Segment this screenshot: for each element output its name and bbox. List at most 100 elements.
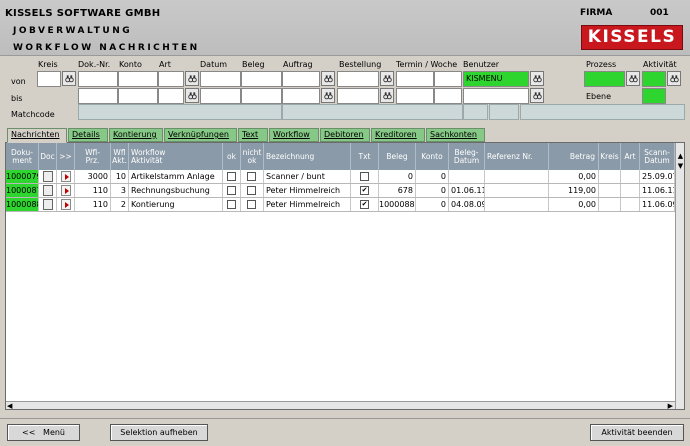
open-arrow-icon[interactable] (61, 199, 71, 210)
woche-von-input[interactable] (434, 71, 462, 87)
header-ok[interactable]: ok (223, 143, 241, 170)
matchcode-input-4[interactable] (489, 104, 519, 120)
ok-checkbox[interactable] (227, 186, 236, 195)
tab-kreditoren[interactable]: Kreditoren (371, 128, 425, 142)
matchcode-input-2[interactable] (282, 104, 463, 120)
header-art[interactable]: Art (621, 143, 640, 170)
tab-kontierung[interactable]: Kontierung (109, 128, 163, 142)
lookup-prozess-von-button[interactable] (626, 71, 640, 86)
binoculars-icon (187, 92, 197, 100)
header-beleg[interactable]: Beleg (379, 143, 416, 170)
header-arrow[interactable]: >> (57, 143, 75, 170)
header-workflow-aktivitat[interactable]: Workflow Aktivität (129, 143, 223, 170)
header-betrag[interactable]: Betrag (549, 143, 599, 170)
header-doc[interactable]: Doc (39, 143, 57, 170)
lookup-bestellung-bis-button[interactable] (380, 88, 394, 103)
lookup-art-bis-button[interactable] (185, 88, 199, 103)
header-beleg-datum[interactable]: Beleg- Datum (449, 143, 485, 170)
header-konto[interactable]: Konto (416, 143, 449, 170)
horizontal-scrollbar[interactable]: ◀ ▶ (6, 401, 675, 409)
konto-von-input[interactable] (118, 71, 158, 87)
menu-back-button[interactable]: << Menü (7, 424, 80, 441)
table-row[interactable]: 1000079 3000 10 Artikelstamm Anlage Scan… (6, 170, 678, 184)
cell-scann-datum: 11.06.09 (642, 198, 675, 211)
lookup-auftrag-bis-button[interactable] (321, 88, 335, 103)
lookup-kreis-von-button[interactable] (62, 71, 76, 86)
matchcode-input[interactable] (78, 104, 282, 120)
header-dokument[interactable]: Doku- ment (6, 143, 39, 170)
lookup-bestellung-von-button[interactable] (380, 71, 394, 86)
prozess-von-input[interactable] (584, 71, 625, 87)
benutzer-von-input[interactable]: KISMENU (463, 71, 529, 87)
ok-checkbox[interactable] (227, 200, 236, 209)
termin-von-input[interactable] (396, 71, 434, 87)
header-kreis[interactable]: Kreis (599, 143, 621, 170)
header-wfl-akt[interactable]: Wfl Akt. (111, 143, 129, 170)
tab-sachkonten[interactable]: Sachkonten (426, 128, 485, 142)
lookup-auftrag-von-button[interactable] (321, 71, 335, 86)
header-txt[interactable]: Txt (351, 143, 379, 170)
lookup-benutzer-bis-button[interactable] (530, 88, 544, 103)
scroll-left-icon[interactable]: ◀ (7, 402, 12, 409)
txt-checkbox-checked[interactable]: ✔ (360, 200, 369, 209)
table-row[interactable]: 1000088 110 2 Kontierung Peter Himmelrei… (6, 198, 678, 212)
konto-bis-input[interactable] (118, 88, 158, 104)
bestellung-von-input[interactable] (337, 71, 379, 87)
open-arrow-icon[interactable] (61, 171, 71, 182)
tab-details[interactable]: Details (68, 128, 108, 142)
vertical-scrollbar[interactable]: ▲ ▼ (675, 143, 684, 409)
ok-checkbox[interactable] (227, 172, 236, 181)
beleg-bis-input[interactable] (241, 88, 282, 104)
art-bis-input[interactable] (158, 88, 184, 104)
art-von-input[interactable] (158, 71, 184, 87)
auftrag-von-input[interactable] (282, 71, 320, 87)
document-icon[interactable] (43, 199, 53, 210)
datum-bis-input[interactable] (200, 88, 241, 104)
document-icon[interactable] (43, 171, 53, 182)
ebene-input[interactable] (642, 88, 666, 104)
binoculars-icon (532, 75, 542, 83)
kreis-von-input[interactable] (37, 71, 61, 87)
lookup-benutzer-von-button[interactable] (530, 71, 544, 86)
header-scann-datum[interactable]: Scann- Datum (640, 143, 675, 170)
header-referenz[interactable]: Referenz Nr. (485, 143, 549, 170)
beleg-von-input[interactable] (241, 71, 282, 87)
nicht-ok-checkbox[interactable] (247, 200, 256, 209)
woche-bis-input[interactable] (434, 88, 462, 104)
txt-checkbox[interactable] (360, 172, 369, 181)
tab-text[interactable]: Text (238, 128, 268, 142)
tab-debitoren[interactable]: Debitoren (320, 128, 370, 142)
auftrag-bis-input[interactable] (282, 88, 320, 104)
nicht-ok-checkbox[interactable] (247, 186, 256, 195)
header-nicht-ok[interactable]: nicht ok (241, 143, 264, 170)
nicht-ok-checkbox[interactable] (247, 172, 256, 181)
scroll-up-icon[interactable]: ▲ (677, 152, 684, 160)
header-wfl-prz[interactable]: Wfl- Prz. (75, 143, 111, 170)
txt-checkbox-checked[interactable]: ✔ (360, 186, 369, 195)
lookup-aktivitat-von-button[interactable] (667, 71, 681, 86)
cell-beleg: 678 (379, 184, 416, 197)
document-icon[interactable] (43, 185, 53, 196)
finish-activity-button[interactable]: Aktivität beenden (590, 424, 684, 441)
bestellung-bis-input[interactable] (337, 88, 379, 104)
tab-verknuepfungen[interactable]: Verknüpfungen (164, 128, 237, 142)
tab-workflow[interactable]: Workflow (269, 128, 319, 142)
doknr-von-input[interactable] (78, 71, 118, 87)
tab-nachrichten[interactable]: Nachrichten (7, 128, 67, 143)
scroll-right-icon[interactable]: ▶ (668, 402, 673, 409)
doknr-bis-input[interactable] (78, 88, 118, 104)
table-row[interactable]: 1000087 110 3 Rechnungsbuchung Peter Him… (6, 184, 678, 198)
aktivitat-von-input[interactable] (642, 71, 666, 87)
scroll-down-icon[interactable]: ▼ (677, 162, 684, 170)
clear-selection-button[interactable]: Selektion aufheben (110, 424, 208, 441)
matchcode-input-5[interactable] (520, 104, 685, 120)
termin-bis-input[interactable] (396, 88, 434, 104)
cell-beleg-datum (449, 170, 485, 183)
benutzer-bis-input[interactable] (463, 88, 529, 104)
datum-von-input[interactable] (200, 71, 241, 87)
matchcode-input-3[interactable] (463, 104, 488, 120)
header-bezeichnung[interactable]: Bezeichnung (264, 143, 351, 170)
open-arrow-icon[interactable] (61, 185, 71, 196)
lookup-art-von-button[interactable] (185, 71, 199, 86)
col-label-bestellung: Bestellung (339, 60, 382, 69)
